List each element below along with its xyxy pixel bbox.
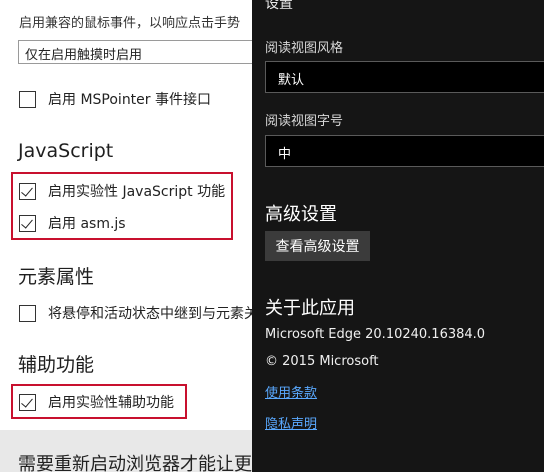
reading-style-label: 阅读视图风格 [265,41,344,56]
terms-link[interactable]: 使用条款 [265,382,317,401]
flags-panel: 启用兼容的鼠标事件，以响应点击手势 仅在启用触摸时启用 启用 MSPointer… [0,0,252,472]
accessibility-highlight-box [11,384,187,419]
accessibility-heading: 辅助功能 [18,354,95,376]
settings-title: 设置 [265,0,293,12]
reading-font-dropdown[interactable]: 中 [265,135,544,167]
javascript-highlight-box [11,172,233,240]
view-advanced-settings-button[interactable]: 查看高级设置 [265,231,370,261]
version-text: Microsoft Edge 20.10240.16384.0 [265,327,486,342]
reading-font-value: 中 [278,147,292,162]
touch-events-dropdown[interactable]: 仅在启用触摸时启用 [18,40,252,64]
copyright-text: © 2015 Microsoft [265,354,379,369]
reading-font-label: 阅读视图字号 [265,114,344,129]
advanced-settings-heading: 高级设置 [265,204,337,225]
restart-banner-text: 需要重新启动浏览器才能让更改生效 [18,454,252,472]
settings-panel: 设置 阅读视图风格 默认 阅读视图字号 中 高级设置 查看高级设置 关于此应用 … [252,0,544,472]
compat-mouse-description: 启用兼容的鼠标事件，以响应点击手势 [19,16,241,31]
reading-style-value: 默认 [278,73,305,88]
element-properties-heading: 元素属性 [18,266,95,288]
privacy-link[interactable]: 隐私声明 [265,413,317,432]
mspointer-row[interactable]: 启用 MSPointer 事件接口 [19,89,211,109]
hover-relay-checkbox[interactable] [19,304,36,322]
mspointer-checkbox[interactable] [19,90,36,108]
touch-events-dropdown-value: 仅在启用触摸时启用 [25,48,143,63]
hover-relay-label: 将悬停和活动状态中继到与元素关联 [48,306,252,322]
about-heading: 关于此应用 [265,298,355,319]
reading-style-dropdown[interactable]: 默认 [265,61,544,93]
restart-banner: 需要重新启动浏览器才能让更改生效 [0,430,252,472]
javascript-heading: JavaScript [18,140,114,162]
hover-relay-row[interactable]: 将悬停和活动状态中继到与元素关联 [19,303,252,323]
mspointer-label: 启用 MSPointer 事件接口 [48,92,211,108]
